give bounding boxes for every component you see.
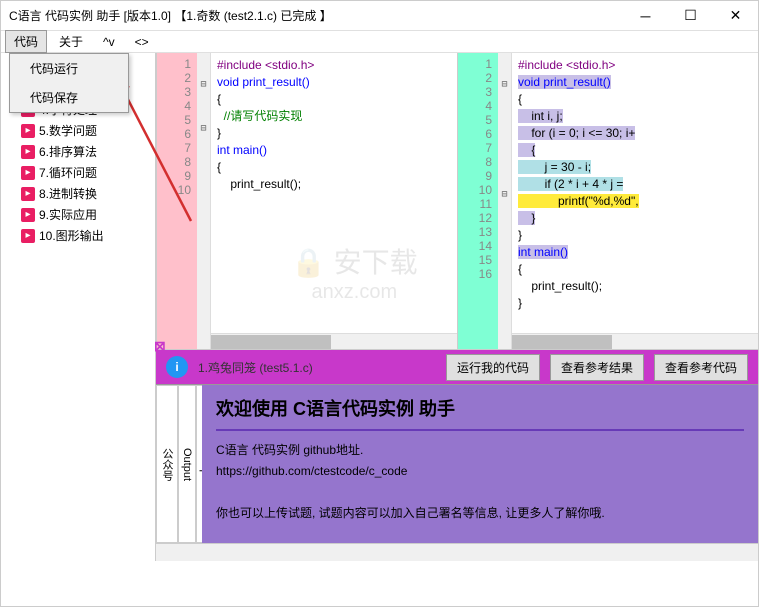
- line-numbers: 12345678910: [157, 53, 197, 349]
- folder-icon: ▸: [21, 166, 35, 180]
- folder-icon: ▸: [21, 187, 35, 201]
- scrollbar-horizontal[interactable]: [512, 333, 758, 349]
- sidebar: ▸2.特殊数字 ▸3.多维数组 ▸4.字符处理 ▸5.数学问题 ▸6.排序算法 …: [1, 53, 156, 561]
- folder-icon: ▸: [21, 124, 35, 138]
- scrollbar-horizontal[interactable]: [211, 333, 457, 349]
- panel-title: 1.鸡兔同笼 (test5.1.c): [198, 359, 436, 376]
- tab-wechat[interactable]: 公众号: [156, 385, 178, 543]
- folder-icon: ▸: [21, 229, 35, 243]
- folder-icon: ▸: [21, 145, 35, 159]
- welcome-text: C语言 代码实例 github地址.: [216, 441, 744, 458]
- tree-item[interactable]: ▸9.实际应用: [3, 204, 153, 225]
- editor-left[interactable]: 12345678910 ⊟⊟ #include <stdio.h> void p…: [156, 53, 457, 349]
- run-my-code-button[interactable]: 运行我的代码: [446, 354, 540, 381]
- tree-item[interactable]: ▸6.排序算法: [3, 141, 153, 162]
- titlebar: C语言 代码实例 助手 [版本1.0] 【1.奇数 (test2.1.c) 已完…: [1, 1, 758, 31]
- tree-item[interactable]: ▸5.数学问题: [3, 120, 153, 141]
- line-numbers: 12345678910111213141516: [458, 53, 498, 349]
- panel-header: i 1.鸡兔同笼 (test5.1.c) 运行我的代码 查看参考结果 查看参考代…: [156, 350, 758, 384]
- tree-item[interactable]: ▸10.图形输出: [3, 225, 153, 246]
- editor-right[interactable]: 12345678910111213141516 ⊟⊟ #include <std…: [457, 53, 758, 349]
- view-result-button[interactable]: 查看参考结果: [550, 354, 644, 381]
- editors-split: 12345678910 ⊟⊟ #include <stdio.h> void p…: [156, 53, 758, 350]
- menu-code[interactable]: 代码: [5, 30, 47, 53]
- main-area: ▸2.特殊数字 ▸3.多维数组 ▸4.字符处理 ▸5.数学问题 ▸6.排序算法 …: [1, 53, 758, 561]
- menu-save-code[interactable]: 代码保存: [10, 83, 128, 112]
- view-code-button[interactable]: 查看参考代码: [654, 354, 748, 381]
- menu-about[interactable]: 关于: [51, 31, 91, 52]
- info-icon: i: [166, 356, 188, 378]
- welcome-panel: 欢迎使用 C语言代码实例 助手 C语言 代码实例 github地址. https…: [202, 385, 758, 543]
- maximize-button[interactable]: ☐: [668, 1, 713, 31]
- tab-output[interactable]: Output: [178, 385, 196, 543]
- menubar: 代码 关于 ^v <>: [1, 31, 758, 53]
- github-link[interactable]: https://github.com/ctestcode/c_code: [216, 464, 407, 478]
- vertical-tabs: 公众号 Output Help: [156, 385, 202, 543]
- tree-item[interactable]: ▸8.进制转换: [3, 183, 153, 204]
- content-area: 12345678910 ⊟⊟ #include <stdio.h> void p…: [156, 53, 758, 561]
- code-content-right[interactable]: #include <stdio.h> void print_result() {…: [512, 53, 758, 349]
- bottom-panel: 公众号 Output Help 欢迎使用 C语言代码实例 助手 C语言 代码实例…: [156, 384, 758, 543]
- welcome-text: 你也可以上传试题, 试题内容可以加入自己署名等信息, 让更多人了解你哦.: [216, 504, 744, 521]
- fold-column: ⊟⊟: [197, 53, 211, 349]
- code-content-left[interactable]: #include <stdio.h> void print_result() {…: [211, 53, 457, 349]
- folder-icon: ▸: [21, 208, 35, 222]
- minimize-button[interactable]: ─: [623, 1, 668, 31]
- statusbar: [156, 543, 758, 561]
- menu-caret[interactable]: ^v: [95, 33, 123, 51]
- close-button[interactable]: ✕: [713, 1, 758, 31]
- fold-column: ⊟⊟: [498, 53, 512, 349]
- welcome-heading: 欢迎使用 C语言代码实例 助手: [216, 395, 744, 421]
- window-title: C语言 代码实例 助手 [版本1.0] 【1.奇数 (test2.1.c) 已完…: [9, 7, 332, 24]
- menu-run-code[interactable]: 代码运行: [10, 54, 128, 83]
- window-controls: ─ ☐ ✕: [623, 1, 758, 31]
- code-menu-dropdown: 代码运行 代码保存: [9, 53, 129, 113]
- menu-angle[interactable]: <>: [127, 33, 157, 51]
- tree-item[interactable]: ▸7.循环问题: [3, 162, 153, 183]
